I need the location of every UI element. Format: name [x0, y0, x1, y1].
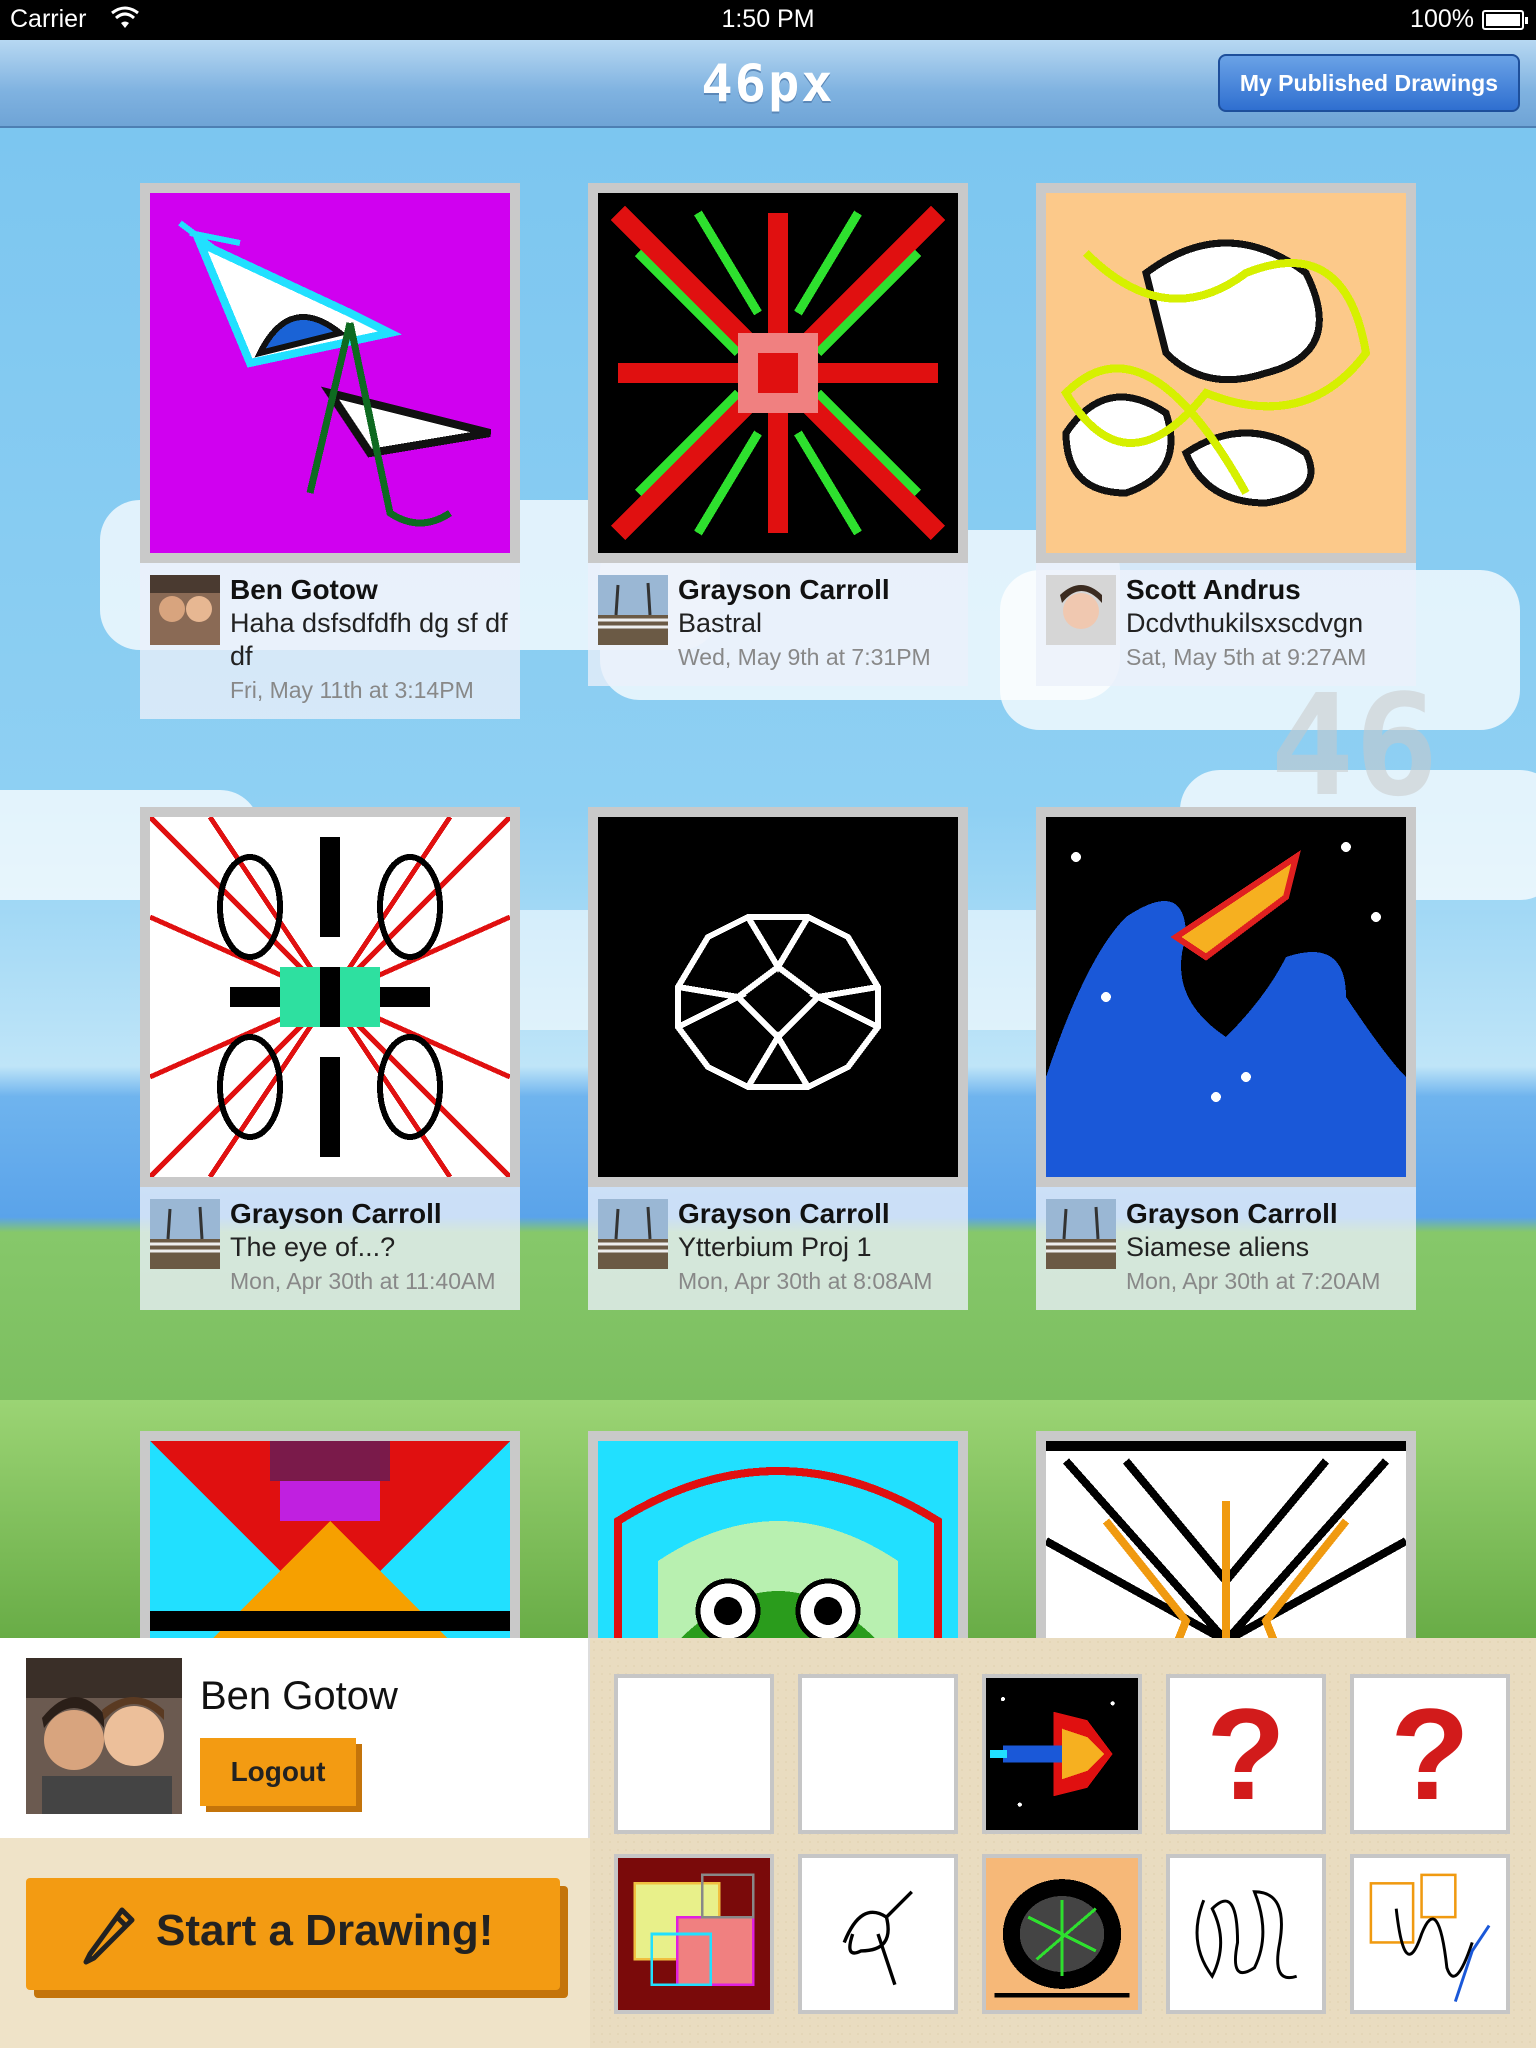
- my-drawing-thumb[interactable]: [798, 1854, 958, 2014]
- watermark-46: 46: [1270, 665, 1439, 828]
- drawing-thumbnail: [1046, 817, 1406, 1177]
- author-name: Ben Gotow: [230, 574, 378, 605]
- drawing-thumbnail: [150, 193, 510, 553]
- drawing-title: Dcdvthukilsxscdvgn: [1126, 608, 1364, 638]
- account-panel: Ben Gotow Logout Start a Drawing!: [0, 1638, 590, 2048]
- drawing-thumbnail: [150, 817, 510, 1177]
- drawing-card[interactable]: Grayson Carroll Ytterbium Proj 1 Mon, Ap…: [588, 807, 968, 1310]
- start-drawing-label: Start a Drawing!: [156, 1906, 494, 1955]
- drawing-card[interactable]: Grayson Carroll Siamese aliens Mon, Apr …: [1036, 807, 1416, 1310]
- pencil-icon: [83, 1907, 135, 1965]
- drawing-card[interactable]: Grayson Carroll Bastral Wed, May 9th at …: [588, 183, 968, 686]
- start-drawing-button[interactable]: Start a Drawing!: [26, 1878, 560, 1990]
- drawing-date: Wed, May 9th at 7:31PM: [678, 644, 931, 670]
- drawing-thumbnail: [598, 193, 958, 553]
- drawing-thumbnail: [598, 817, 958, 1177]
- author-name: Grayson Carroll: [1126, 1198, 1338, 1229]
- drawing-title: Ytterbium Proj 1: [678, 1232, 872, 1262]
- drawing-thumbnail: [1046, 193, 1406, 553]
- author-avatar: [150, 575, 220, 645]
- my-drawing-thumb[interactable]: [614, 1854, 774, 2014]
- my-drawing-thumb-blank[interactable]: [798, 1674, 958, 1834]
- my-drawing-thumb-unknown[interactable]: ?: [1166, 1674, 1326, 1834]
- my-drawing-thumb-unknown[interactable]: ?: [1350, 1674, 1510, 1834]
- author-avatar: [150, 1199, 220, 1269]
- drawing-title: Haha dsfsdfdfh dg sf df df: [230, 608, 508, 671]
- drawing-card[interactable]: Grayson Carroll The eye of...? Mon, Apr …: [140, 807, 520, 1310]
- drawing-title: The eye of...?: [230, 1232, 396, 1262]
- author-name: Grayson Carroll: [678, 574, 890, 605]
- drawing-date: Mon, Apr 30th at 11:40AM: [230, 1268, 496, 1294]
- question-mark-icon: ?: [1390, 1681, 1470, 1827]
- logout-button[interactable]: Logout: [200, 1738, 356, 1806]
- question-mark-icon: ?: [1206, 1681, 1286, 1827]
- drawing-date: Sat, May 5th at 9:27AM: [1126, 644, 1367, 670]
- drawing-card[interactable]: Ben Gotow Haha dsfsdfdfh dg sf df df Fri…: [140, 183, 520, 719]
- my-drawing-thumb[interactable]: [982, 1854, 1142, 2014]
- profile-name: Ben Gotow: [200, 1674, 398, 1718]
- author-name: Grayson Carroll: [230, 1198, 442, 1229]
- drawing-date: Mon, Apr 30th at 7:20AM: [1126, 1268, 1381, 1294]
- my-drawings-grid: ? ?: [590, 1638, 1536, 2048]
- author-name: Grayson Carroll: [678, 1198, 890, 1229]
- drawing-date: Fri, May 11th at 3:14PM: [230, 677, 474, 703]
- drawing-card[interactable]: Scott Andrus Dcdvthukilsxscdvgn Sat, May…: [1036, 183, 1416, 686]
- author-avatar: [1046, 1199, 1116, 1269]
- my-drawing-thumb[interactable]: [1166, 1854, 1326, 2014]
- my-drawing-thumb[interactable]: [982, 1674, 1142, 1834]
- avatar: [26, 1658, 182, 1814]
- battery-percent: 100%: [1410, 5, 1474, 33]
- drawing-title: Siamese aliens: [1126, 1232, 1310, 1262]
- status-bar: Carrier 1:50 PM 100%: [0, 0, 1536, 40]
- author-avatar: [598, 1199, 668, 1269]
- my-published-drawings-button[interactable]: My Published Drawings: [1217, 54, 1520, 112]
- clock: 1:50 PM: [721, 5, 815, 33]
- my-drawing-thumb[interactable]: [1350, 1854, 1510, 2014]
- drawing-date: Mon, Apr 30th at 8:08AM: [678, 1268, 933, 1294]
- battery-icon: [1482, 10, 1528, 30]
- my-drawing-thumb-blank[interactable]: [614, 1674, 774, 1834]
- author-avatar: [1046, 575, 1116, 645]
- drawing-title: Bastral: [678, 608, 763, 638]
- nav-bar: 46px My Published Drawings: [0, 40, 1536, 128]
- profile-box: Ben Gotow Logout: [0, 1638, 590, 1838]
- author-avatar: [598, 575, 668, 645]
- author-name: Scott Andrus: [1126, 574, 1301, 605]
